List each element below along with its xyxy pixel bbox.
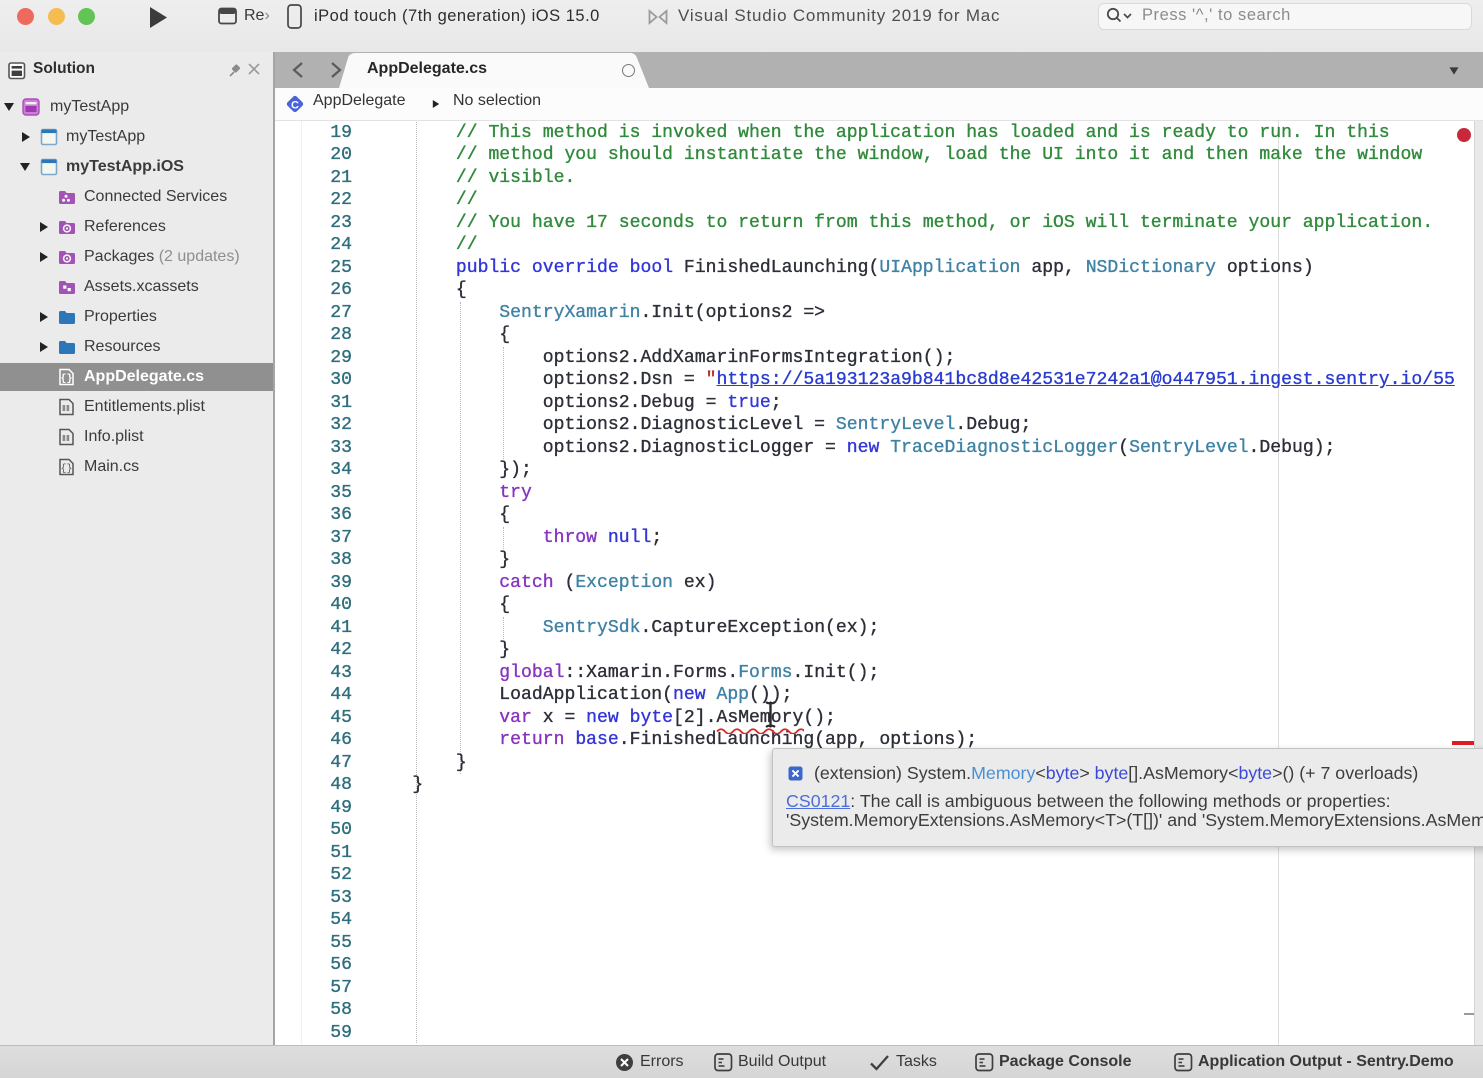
svg-text:{}: {} <box>60 463 72 475</box>
svg-text:C: C <box>291 100 299 112</box>
svg-text:{}: {} <box>60 373 72 385</box>
